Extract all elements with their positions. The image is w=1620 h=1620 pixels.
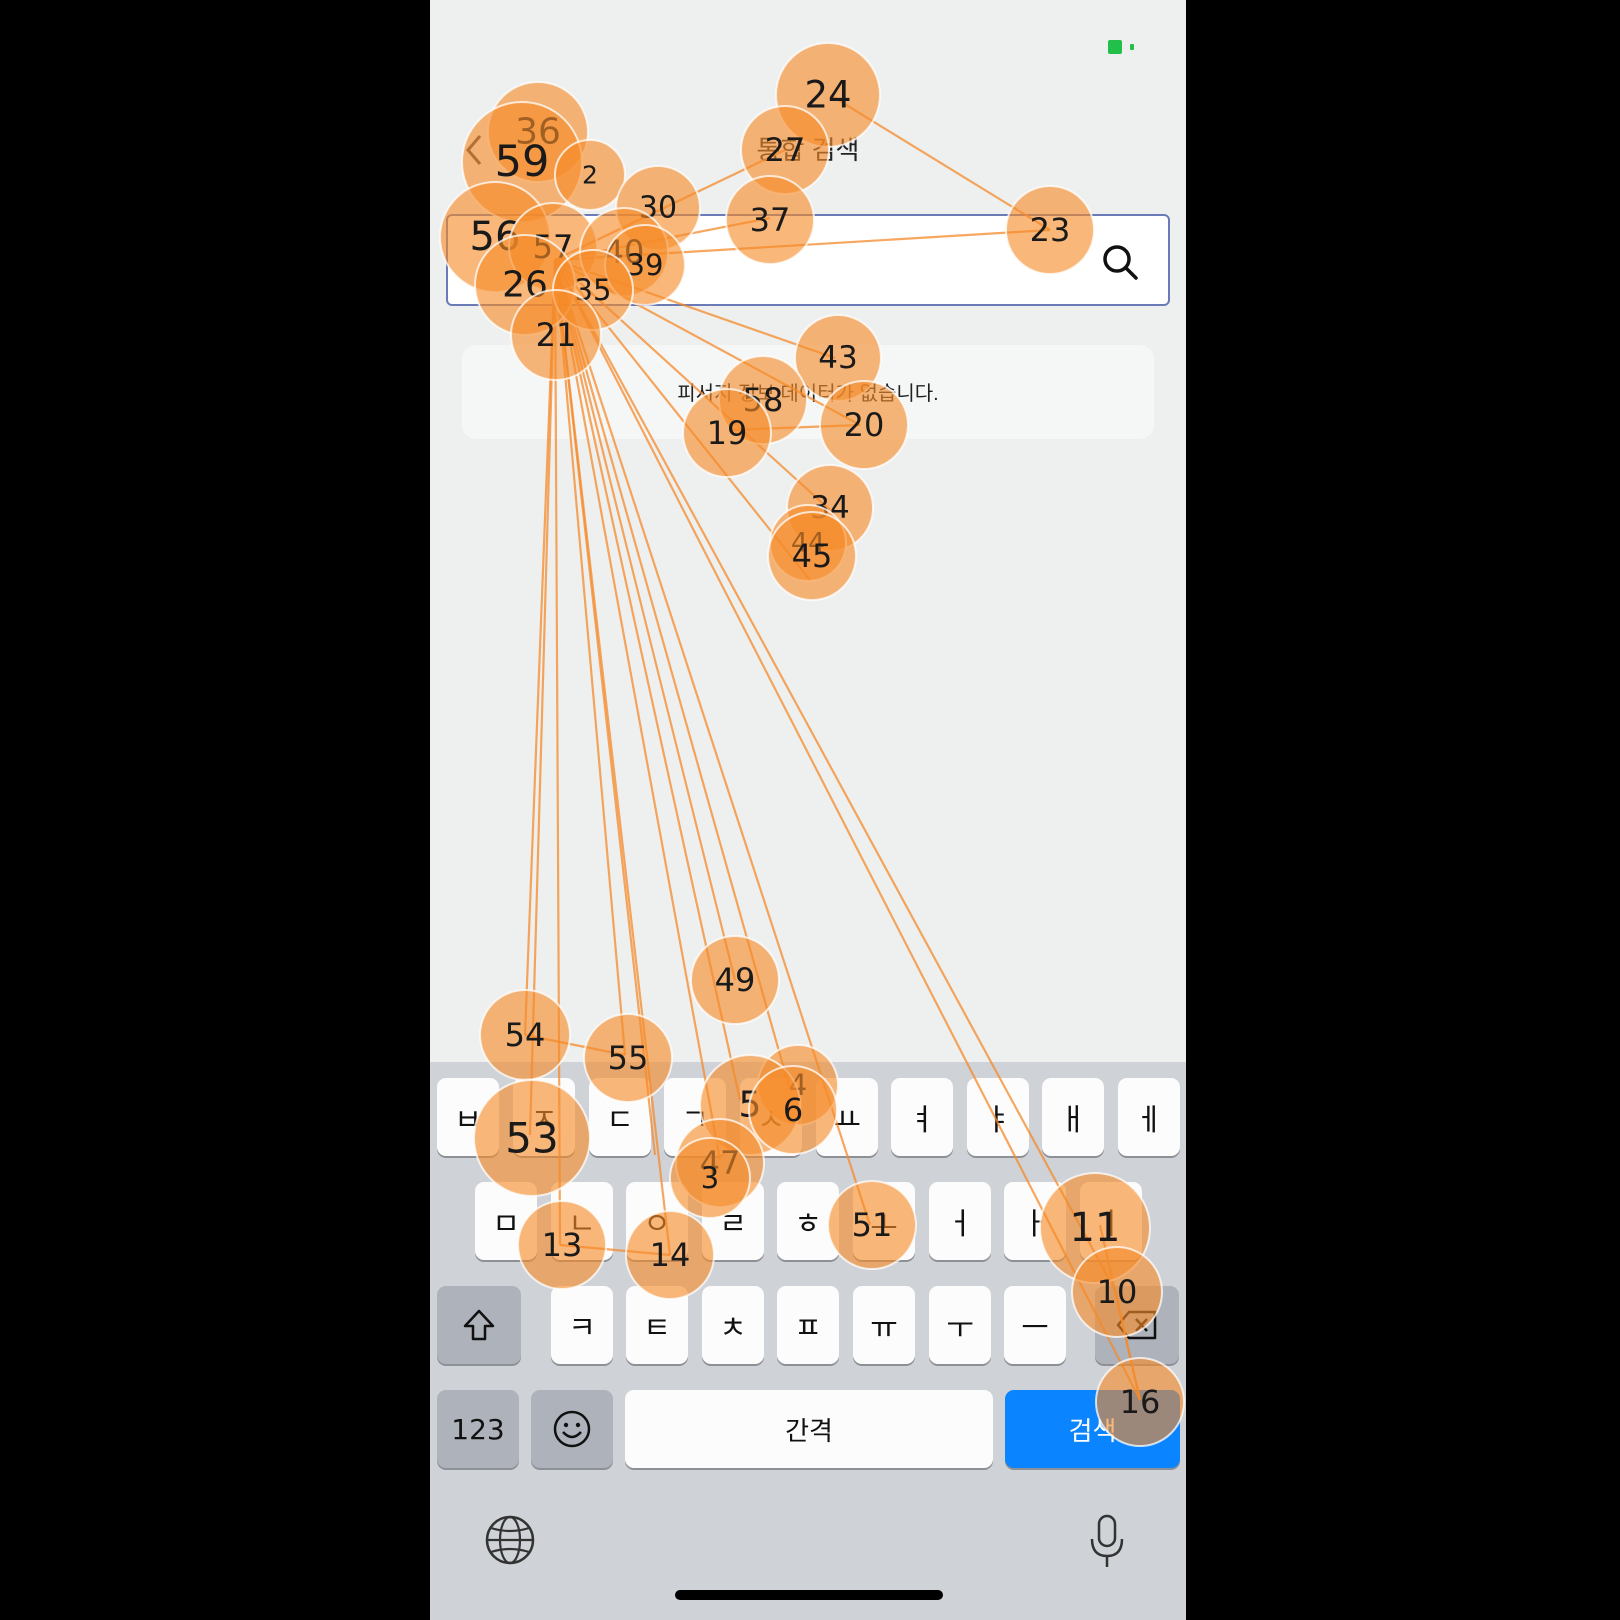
key-label: ㅑ (984, 1103, 1012, 1138)
key-label: ㅓ (946, 1207, 974, 1242)
globe-icon (485, 1515, 535, 1565)
search-key[interactable]: 검색 (1005, 1390, 1180, 1468)
key-label: ㅣ (1097, 1207, 1125, 1242)
space-key-label: 간격 (785, 1416, 833, 1447)
key-ya[interactable]: ㅑ (967, 1078, 1029, 1156)
korean-keyboard: ㅂ ㅈ ㄷ ㄱ ㅅ ㅛ ㅕ ㅑ ㅐ ㅔ ㅁ ㄴ ㅇ ㄹ ㅎ ㅗ ㅓ ㅏ ㅣ ㅋ … (430, 1062, 1186, 1620)
key-u[interactable]: ㅜ (929, 1286, 991, 1364)
key-e[interactable]: ㅔ (1118, 1078, 1180, 1156)
key-eu[interactable]: ㅡ (1004, 1286, 1066, 1364)
key-label: ㅍ (794, 1311, 822, 1346)
key-yo[interactable]: ㅛ (816, 1078, 878, 1156)
numbers-key[interactable]: 123 (437, 1390, 519, 1468)
key-label: ㅕ (908, 1103, 936, 1138)
key-o[interactable]: ㅗ (853, 1182, 915, 1260)
key-label: ㅅ (757, 1103, 785, 1138)
key-ch[interactable]: ㅊ (702, 1286, 764, 1364)
key-a[interactable]: ㅏ (1004, 1182, 1066, 1260)
emoji-key[interactable] (531, 1390, 613, 1468)
key-label: ㅗ (870, 1207, 898, 1242)
emoji-icon (553, 1410, 591, 1448)
key-label: ㅡ (1021, 1311, 1049, 1346)
key-label: ㅁ (492, 1207, 520, 1242)
key-label: ㄹ (719, 1207, 747, 1242)
key-label: ㄷ (606, 1103, 634, 1138)
space-key[interactable]: 간격 (625, 1390, 993, 1468)
key-label: ㅜ (946, 1311, 974, 1346)
key-p[interactable]: ㅍ (777, 1286, 839, 1364)
navigation-bar: 통합 검색 (430, 110, 1186, 190)
key-label: ㅏ (1021, 1207, 1049, 1242)
shift-key[interactable] (437, 1286, 521, 1364)
key-g[interactable]: ㄱ (664, 1078, 726, 1156)
key-label: ㄴ (568, 1207, 596, 1242)
dictation-key[interactable] (1082, 1512, 1132, 1572)
key-b[interactable]: ㅂ (437, 1078, 499, 1156)
key-label: ㅛ (833, 1103, 861, 1138)
key-ae[interactable]: ㅐ (1042, 1078, 1104, 1156)
key-label: ㅇ (643, 1207, 671, 1242)
microphone-icon (1090, 1514, 1124, 1567)
key-ng[interactable]: ㅇ (626, 1182, 688, 1260)
globe-key[interactable] (482, 1512, 538, 1568)
search-icon[interactable] (1100, 242, 1140, 282)
key-h[interactable]: ㅎ (777, 1182, 839, 1260)
key-label: ㅔ (1135, 1103, 1163, 1138)
key-label: ㅈ (530, 1103, 558, 1138)
battery-icon (1108, 40, 1134, 54)
shift-icon (463, 1309, 495, 1341)
key-label: ㅎ (794, 1207, 822, 1242)
key-label: ㅋ (568, 1311, 596, 1346)
key-label: ㄱ (681, 1103, 709, 1138)
key-yeo[interactable]: ㅕ (891, 1078, 953, 1156)
key-s[interactable]: ㅅ (740, 1078, 802, 1156)
numbers-key-label: 123 (451, 1412, 505, 1446)
key-label: ㅠ (870, 1311, 898, 1346)
phone-screen: 통합 검색 피서지 정보 데이터가 없습니다. ㅂ ㅈ ㄷ ㄱ ㅅ ㅛ ㅕ ㅑ … (430, 0, 1186, 1620)
key-label: ㅐ (1059, 1103, 1087, 1138)
key-i[interactable]: ㅣ (1080, 1182, 1142, 1260)
search-box[interactable] (446, 214, 1170, 306)
search-input[interactable] (466, 216, 1086, 304)
empty-state-message: 피서지 정보 데이터가 없습니다. (677, 383, 939, 405)
key-r[interactable]: ㄹ (702, 1182, 764, 1260)
key-label: ㅂ (454, 1103, 482, 1138)
backspace-icon (1116, 1310, 1157, 1340)
key-m[interactable]: ㅁ (475, 1182, 537, 1260)
key-label: ㅌ (643, 1311, 671, 1346)
search-key-label: 검색 (1068, 1416, 1117, 1447)
backspace-key[interactable] (1095, 1286, 1179, 1364)
empty-state-card: 피서지 정보 데이터가 없습니다. (462, 345, 1154, 439)
key-t[interactable]: ㅌ (626, 1286, 688, 1364)
key-n[interactable]: ㄴ (551, 1182, 613, 1260)
key-d[interactable]: ㄷ (589, 1078, 651, 1156)
home-indicator (675, 1590, 943, 1600)
key-eo[interactable]: ㅓ (929, 1182, 991, 1260)
key-k[interactable]: ㅋ (551, 1286, 613, 1364)
key-label: ㅊ (719, 1311, 747, 1346)
page-title: 통합 검색 (756, 135, 860, 165)
key-yu[interactable]: ㅠ (853, 1286, 915, 1364)
key-j[interactable]: ㅈ (513, 1078, 575, 1156)
